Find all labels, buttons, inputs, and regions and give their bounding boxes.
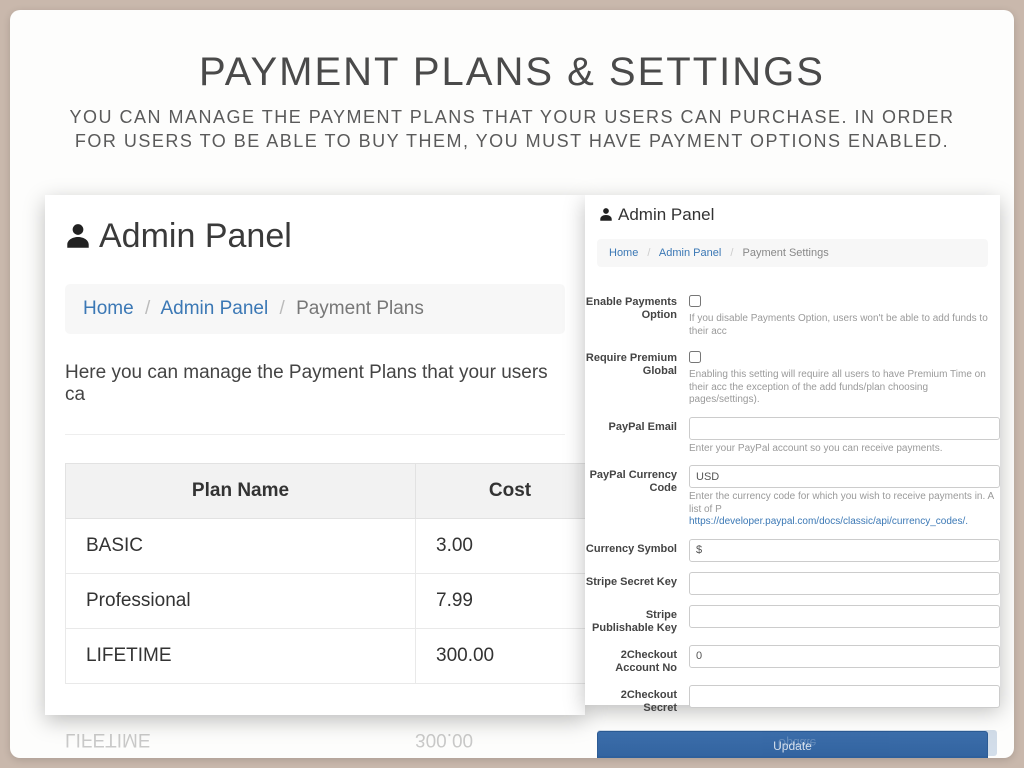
paypal-currency-input[interactable] <box>689 465 1000 488</box>
help-require-premium: Enabling this setting will require all u… <box>689 369 1000 407</box>
label-stripe-publishable: Stripe Publishable Key <box>585 605 689 635</box>
payment-settings-panel: Admin Panel Home / Admin Panel / Payment… <box>585 195 1000 705</box>
label-currency-symbol: Currency Symbol <box>585 539 689 556</box>
divider <box>65 434 565 435</box>
breadcrumb-current: Payment Plans <box>296 298 424 319</box>
breadcrumb: Home / Admin Panel / Payment Plans <box>65 284 565 334</box>
table-row[interactable]: Professional 7.99 <box>66 574 605 629</box>
breadcrumb-separator: / <box>724 247 739 259</box>
help-paypal-email: Enter your PayPal account so you can rec… <box>689 443 1000 456</box>
2checkout-secret-input[interactable] <box>689 685 1000 708</box>
plans-table: Plan Name Cost BASIC 3.00 Professional 7… <box>65 463 605 684</box>
breadcrumb-separator: / <box>139 298 156 319</box>
settings-form: Enable Payments Option If you disable Pa… <box>585 289 1000 719</box>
label-require-premium: Require Premium Global <box>585 348 689 378</box>
plan-name-cell: Professional <box>66 574 416 629</box>
breadcrumb-current: Payment Settings <box>742 247 828 259</box>
breadcrumb-home[interactable]: Home <box>609 247 638 259</box>
label-paypal-email: PayPal Email <box>585 417 689 434</box>
breadcrumb-home[interactable]: Home <box>83 298 134 319</box>
plan-name-cell: BASIC <box>66 519 416 574</box>
user-icon <box>599 207 613 223</box>
update-button[interactable]: Update <box>597 731 988 758</box>
table-row[interactable]: LIFETIME 300.00 <box>66 629 605 684</box>
col-plan-name: Plan Name <box>66 464 416 519</box>
page-subtitle: YOU CAN MANAGE THE PAYMENT PLANS THAT YO… <box>60 105 964 154</box>
payment-plans-panel: Admin Panel Home / Admin Panel / Payment… <box>45 195 585 715</box>
breadcrumb: Home / Admin Panel / Payment Settings <box>597 239 988 267</box>
col-cost: Cost <box>416 464 605 519</box>
breadcrumb-separator: / <box>641 247 656 259</box>
payment-plans-intro: Here you can manage the Payment Plans th… <box>65 362 565 406</box>
page-card: PAYMENT PLANS & SETTINGS YOU CAN MANAGE … <box>10 10 1014 758</box>
breadcrumb-admin-panel[interactable]: Admin Panel <box>659 247 721 259</box>
require-premium-checkbox[interactable] <box>689 351 701 363</box>
enable-payments-checkbox[interactable] <box>689 295 701 307</box>
page-title: PAYMENT PLANS & SETTINGS <box>10 50 1014 95</box>
table-header-row: Plan Name Cost <box>66 464 605 519</box>
paypal-email-input[interactable] <box>689 417 1000 440</box>
breadcrumb-separator: / <box>274 298 291 319</box>
plan-cost-cell: 7.99 <box>416 574 605 629</box>
plan-cost-cell: 3.00 <box>416 519 605 574</box>
plan-name-cell: LIFETIME <box>66 629 416 684</box>
user-icon <box>65 222 91 252</box>
help-paypal-currency: Enter the currency code for which you wi… <box>689 491 1000 529</box>
plan-cost-cell: 300.00 <box>416 629 605 684</box>
stripe-secret-input[interactable] <box>689 572 1000 595</box>
help-enable-payments: If you disable Payments Option, users wo… <box>689 313 1000 338</box>
admin-panel-heading-text: Admin Panel <box>99 217 292 256</box>
breadcrumb-admin-panel[interactable]: Admin Panel <box>160 298 268 319</box>
paypal-currency-docs-link[interactable]: https://developer.paypal.com/docs/classi… <box>689 516 968 527</box>
currency-symbol-input[interactable] <box>689 539 1000 562</box>
label-2checkout-account: 2Checkout Account No <box>585 645 689 675</box>
label-2checkout-secret: 2Checkout Secret <box>585 685 689 715</box>
2checkout-account-input[interactable] <box>689 645 1000 668</box>
stripe-publishable-input[interactable] <box>689 605 1000 628</box>
label-stripe-secret: Stripe Secret Key <box>585 572 689 589</box>
reflection-left: LIFETIME 300.00 <box>45 720 585 758</box>
label-paypal-currency: PayPal Currency Code <box>585 465 689 495</box>
admin-panel-heading-small-text: Admin Panel <box>618 205 714 225</box>
table-row[interactable]: BASIC 3.00 <box>66 519 605 574</box>
admin-panel-heading-small: Admin Panel <box>585 195 1000 235</box>
label-enable-payments: Enable Payments Option <box>585 292 689 322</box>
admin-panel-heading: Admin Panel <box>45 195 585 274</box>
